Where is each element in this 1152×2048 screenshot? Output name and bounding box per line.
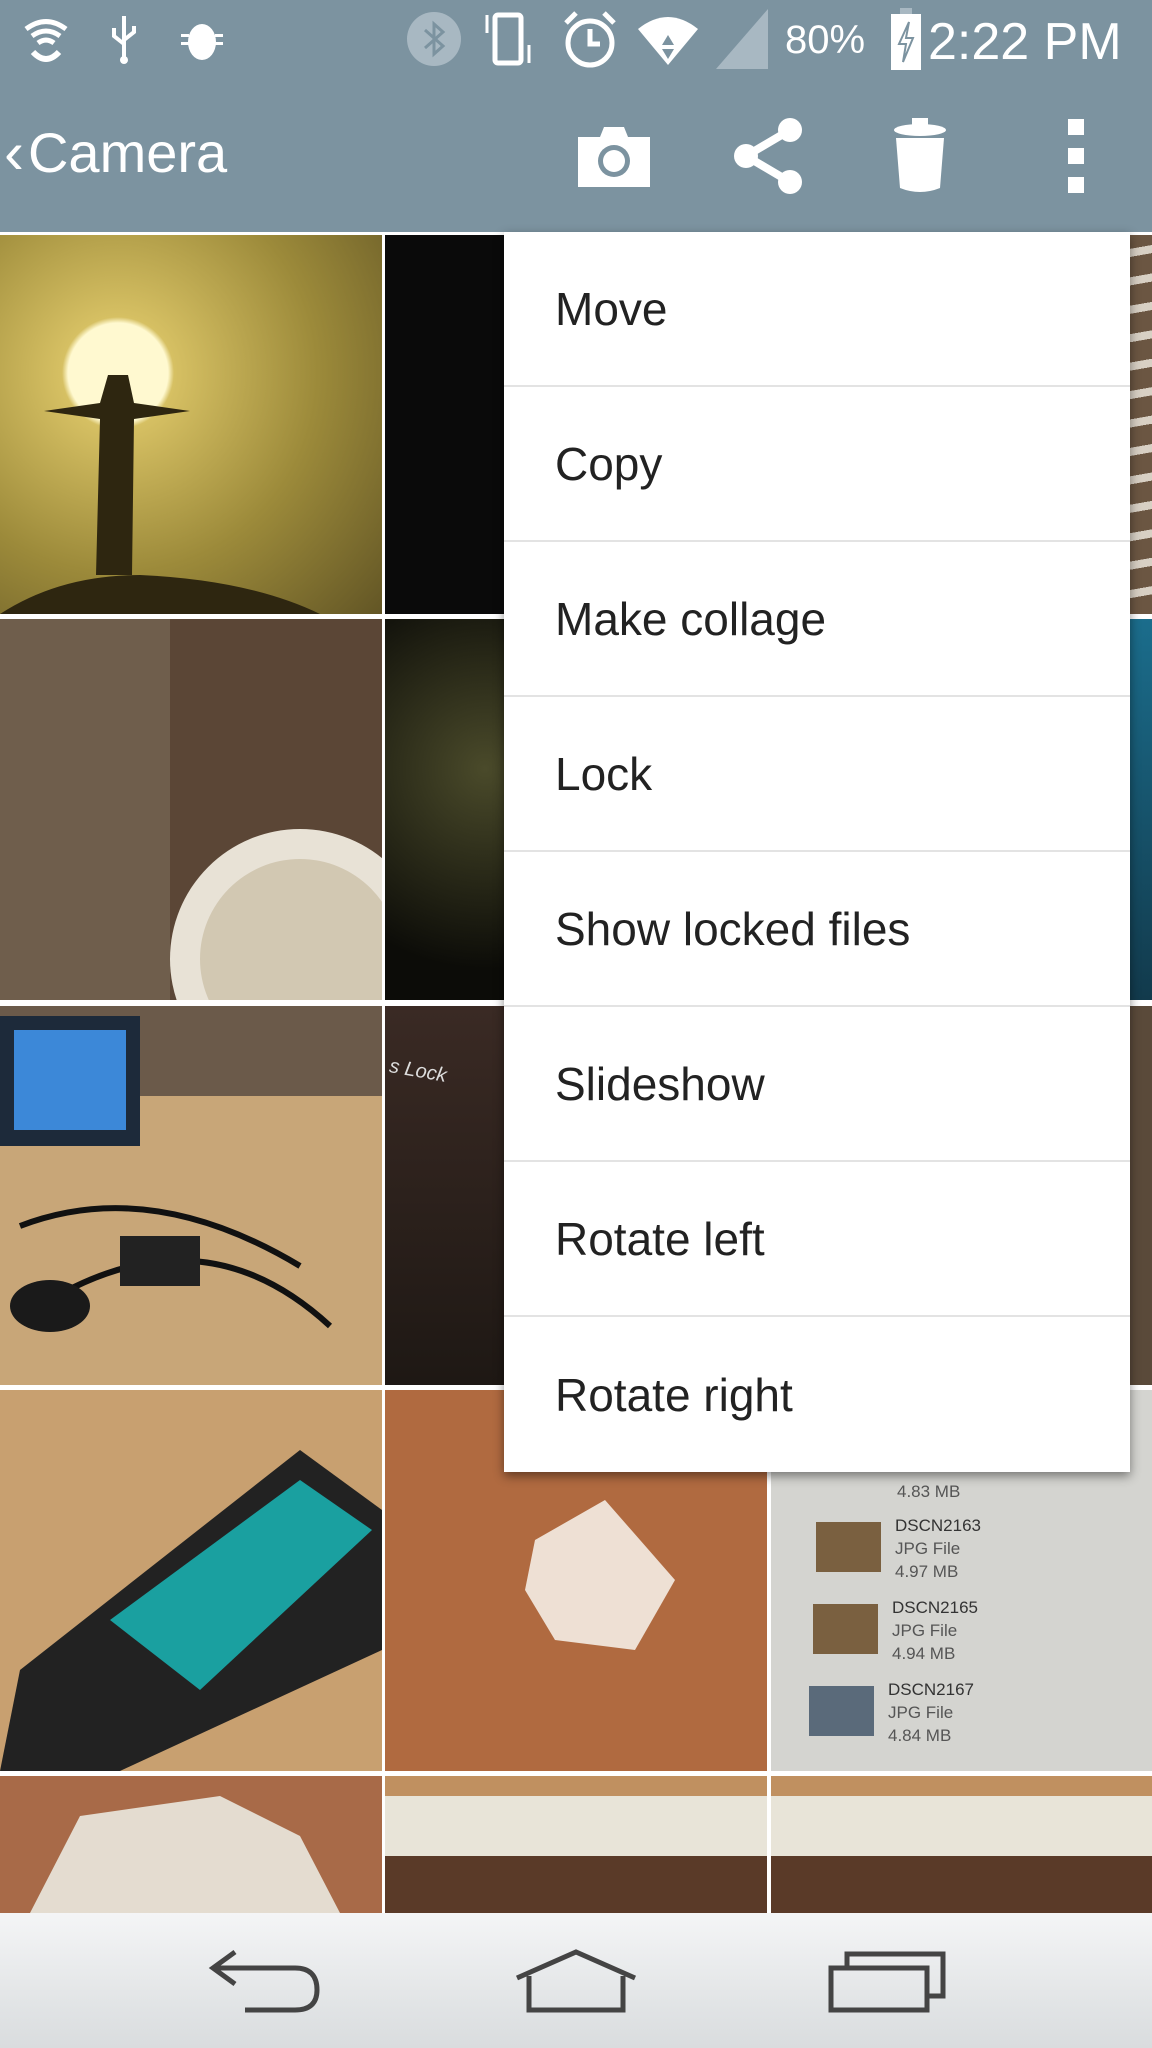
- file-type: JPG File: [892, 1621, 958, 1640]
- usb-icon: [106, 14, 142, 64]
- laptop-cables: [0, 1016, 333, 1332]
- file-name: DSCN2163: [895, 1516, 981, 1535]
- white-surface: [30, 1796, 340, 1913]
- action-bar: ‹ Camera: [0, 78, 1152, 232]
- file-name: DSCN2165: [892, 1598, 978, 1617]
- phone-photo: [0, 1450, 382, 1771]
- camera-button[interactable]: [574, 116, 654, 196]
- file-size: 4.83 MB: [897, 1482, 961, 1501]
- alarm-icon: [560, 11, 620, 68]
- wifi-call-icon: [18, 14, 74, 64]
- menu-item-rotate-right[interactable]: Rotate right: [504, 1317, 1130, 1472]
- file-thumb: [809, 1686, 874, 1736]
- lock-text: s Lock: [387, 1055, 449, 1087]
- menu-item-slideshow[interactable]: Slideshow: [504, 1007, 1130, 1162]
- battery-percent: 80%: [785, 18, 866, 62]
- home-icon: [515, 1949, 637, 2013]
- file-type: JPG File: [895, 1539, 961, 1558]
- menu-item-move[interactable]: Move: [504, 232, 1130, 387]
- photo-thumbnail[interactable]: [0, 619, 382, 1000]
- photo-thumbnail[interactable]: [385, 1776, 767, 1913]
- file-thumb: [813, 1604, 878, 1654]
- statue-silhouette: [0, 375, 320, 614]
- android-debug-icon: [174, 14, 230, 64]
- back-icon: [208, 1949, 320, 2013]
- wifi-icon: [636, 14, 700, 65]
- recents-icon: [828, 1951, 946, 2013]
- back-to-camera-button[interactable]: ‹ Camera: [4, 118, 227, 187]
- menu-item-copy[interactable]: Copy: [504, 387, 1130, 542]
- photo-thumbnail[interactable]: [0, 1390, 382, 1771]
- photo-thumbnail[interactable]: [0, 1776, 382, 1913]
- battery-charging-icon: [888, 8, 924, 70]
- file-name: DSCN2167: [888, 1680, 974, 1699]
- menu-item-make-collage[interactable]: Make collage: [504, 542, 1130, 697]
- menu-item-rotate-left[interactable]: Rotate left: [504, 1162, 1130, 1317]
- status-bar: 80% 2:22 PM: [0, 0, 1152, 78]
- photo-thumbnail[interactable]: [0, 1006, 382, 1385]
- bluetooth-icon: [406, 12, 462, 66]
- file-size: 4.94 MB: [892, 1644, 956, 1663]
- photo-thumbnail[interactable]: [0, 235, 382, 614]
- file-size: 4.84 MB: [888, 1726, 952, 1745]
- navigation-bar: [0, 1913, 1152, 2048]
- menu-item-show-locked-files[interactable]: Show locked files: [504, 852, 1130, 1007]
- clock: 2:22 PM: [928, 13, 1122, 71]
- file-size: 4.97 MB: [895, 1562, 959, 1581]
- home-button[interactable]: [511, 1941, 641, 2021]
- chevron-left-icon: ‹: [4, 119, 24, 186]
- signal-icon: [712, 9, 772, 69]
- file-type: JPG File: [888, 1703, 954, 1722]
- delete-button[interactable]: [880, 116, 960, 196]
- menu-item-lock[interactable]: Lock: [504, 697, 1130, 852]
- share-button[interactable]: [728, 116, 808, 196]
- vibrate-icon: [480, 12, 536, 66]
- album-title: Camera: [27, 121, 228, 184]
- photo-thumbnail[interactable]: [771, 1776, 1152, 1913]
- can-lid: [170, 829, 382, 1000]
- file-thumb: [816, 1522, 881, 1572]
- overflow-menu-button[interactable]: [1036, 116, 1116, 196]
- overflow-menu: Move Copy Make collage Lock Show locked …: [504, 232, 1130, 1472]
- recents-button[interactable]: [822, 1941, 952, 2021]
- back-button[interactable]: [200, 1941, 330, 2021]
